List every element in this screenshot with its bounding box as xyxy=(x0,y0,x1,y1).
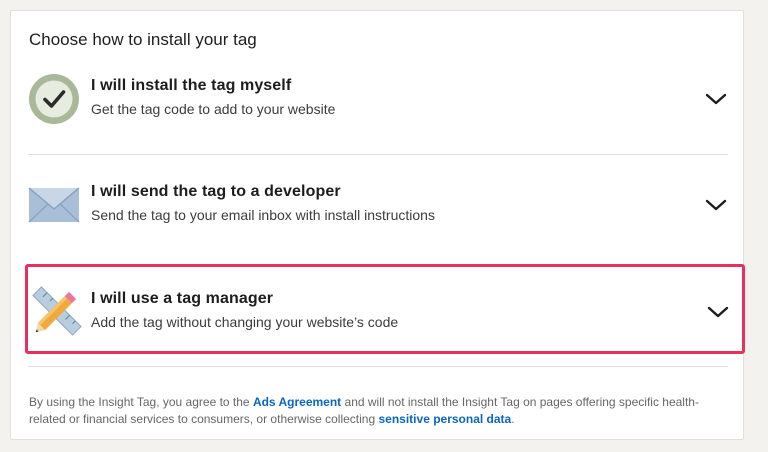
option-title: I will install the tag myself xyxy=(91,77,292,94)
option-title: I will use a tag manager xyxy=(91,290,274,307)
divider xyxy=(28,154,728,155)
option-send-to-developer[interactable]: I will send the tag to a developer Send … xyxy=(28,175,728,255)
legal-text: By using the Insight Tag, you agree to t… xyxy=(29,395,253,409)
install-tag-card: Choose how to install your tag I will in… xyxy=(10,10,745,440)
option-description: Send the tag to your email inbox with in… xyxy=(91,207,435,223)
option-install-myself[interactable]: I will install the tag myself Get the ta… xyxy=(28,69,728,149)
option-title: I will send the tag to a developer xyxy=(91,183,341,200)
legal-text: . xyxy=(511,412,515,426)
chevron-down-icon[interactable] xyxy=(706,304,730,320)
legal-notice: By using the Insight Tag, you agree to t… xyxy=(29,394,729,428)
option-description: Get the tag code to add to your website xyxy=(91,101,336,117)
chevron-down-icon[interactable] xyxy=(704,91,728,107)
sensitive-data-link[interactable]: sensitive personal data xyxy=(379,412,512,426)
option-text: I will send the tag to a developer Send … xyxy=(91,183,435,223)
check-circle-icon xyxy=(29,74,79,124)
divider xyxy=(28,366,728,367)
option-description: Add the tag without changing your websit… xyxy=(91,314,399,330)
option-text: I will use a tag manager Add the tag wit… xyxy=(91,290,398,330)
pencil-ruler-icon xyxy=(32,286,82,336)
option-tag-manager[interactable]: I will use a tag manager Add the tag wit… xyxy=(25,264,745,354)
option-text: I will install the tag myself Get the ta… xyxy=(91,77,335,117)
envelope-icon xyxy=(28,187,80,223)
ads-agreement-link[interactable]: Ads Agreement xyxy=(253,395,341,409)
chevron-down-icon[interactable] xyxy=(704,197,728,213)
page-title: Choose how to install your tag xyxy=(29,30,257,49)
